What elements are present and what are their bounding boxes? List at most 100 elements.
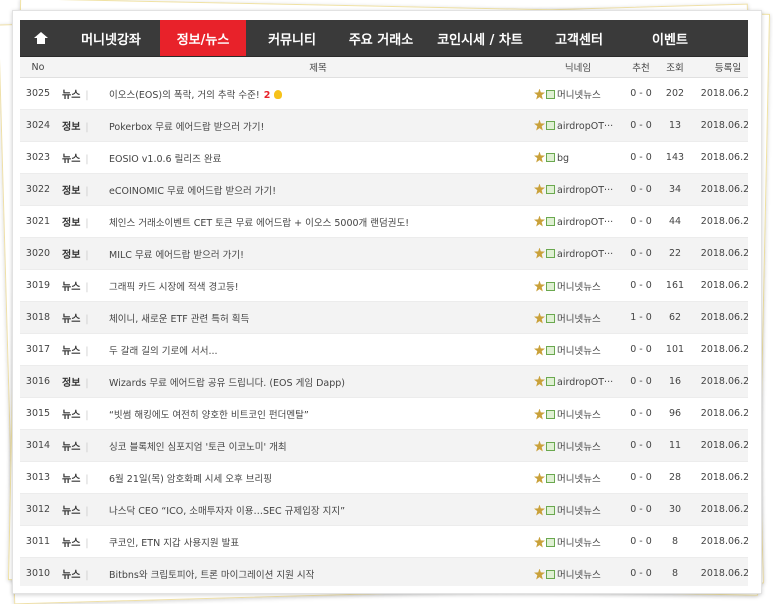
post-title-cell[interactable]: 이오스(EOS)의 폭락, 거의 추락 수준! 2	[107, 77, 528, 110]
author-name[interactable]: bg	[557, 153, 569, 164]
table-row[interactable]: 3019 뉴스 | 그래픽 카드 시장에 적색 경고등! 머니넷뉴스 0 - 0 161 20…	[20, 269, 748, 302]
post-title-link[interactable]: 나스닥 CEO “ICO, 소매투자자 이용…SEC 규제입장 지지”	[109, 506, 345, 517]
table-row[interactable]: 3022 정보 | eCOINOMIC 무료 에어드랍 받으러 가기! airdropO…	[20, 173, 748, 206]
post-title-link[interactable]: Pokerbox 무료 에어드랍 받으러 가기!	[109, 122, 264, 133]
post-title-cell[interactable]: Pokerbox 무료 에어드랍 받으러 가기!	[107, 109, 528, 142]
post-author[interactable]: 머니넷뉴스	[528, 429, 623, 462]
post-title-cell[interactable]: 두 갈래 길의 기로에 서서...	[107, 333, 528, 366]
author-name[interactable]: 머니넷뉴스	[557, 314, 601, 325]
table-row[interactable]: 3023 뉴스 | EOSIO v1.0.6 릴리즈 완료 bg 0 - 0 143 2018…	[20, 141, 748, 174]
table-row[interactable]: 3021 정보 | 체인스 거래소이벤트 CET 토큰 무료 에어드랍 + 이오스 5…	[20, 205, 748, 238]
author-name[interactable]: 머니넷뉴스	[557, 282, 601, 293]
post-title-cell[interactable]: eCOINOMIC 무료 에어드랍 받으러 가기!	[107, 173, 528, 206]
post-title-cell[interactable]: “빗썸 해킹에도 여전히 양호한 비트코인 펀더멘탈”	[107, 397, 528, 430]
post-title-link[interactable]: 이오스(EOS)의 폭락, 거의 추락 수준!	[109, 90, 260, 101]
post-author[interactable]: bg	[528, 141, 623, 174]
post-title-cell[interactable]: MILC 무료 에어드랍 받으러 가기!	[107, 237, 528, 270]
nav-item-2[interactable]: 커뮤니티	[246, 20, 338, 56]
nav-item-5[interactable]: 고객센터	[536, 20, 622, 56]
post-title-cell[interactable]: 체이니, 새로운 ETF 관련 특허 획득	[107, 301, 528, 334]
post-category: 뉴스 |	[56, 461, 107, 494]
post-date: 2018.06.22	[691, 301, 748, 334]
post-date: 2018.06.22	[691, 237, 748, 270]
nav-item-0[interactable]: 머니넷강좌	[62, 20, 160, 56]
post-title-link[interactable]: 체이니, 새로운 ETF 관련 특허 획득	[109, 314, 249, 325]
post-number: 3010	[20, 557, 56, 586]
author-name[interactable]: 머니넷뉴스	[557, 474, 601, 485]
post-table-header: No 제목 닉네임 추천 조회 등록일	[20, 57, 748, 78]
author-name[interactable]: 머니넷뉴스	[557, 506, 601, 517]
post-author[interactable]: 머니넷뉴스	[528, 461, 623, 494]
user-badge-icon	[546, 152, 555, 162]
post-title-cell[interactable]: EOSIO v1.0.6 릴리즈 완료	[107, 141, 528, 174]
post-title-cell[interactable]: 싱코 블록체인 심포지엄 '토큰 이코노미' 개최	[107, 429, 528, 462]
post-author[interactable]: 머니넷뉴스	[528, 77, 623, 110]
post-author[interactable]: airdropOT···	[528, 365, 623, 398]
author-name[interactable]: airdropOT···	[557, 185, 613, 196]
post-title-link[interactable]: MILC 무료 에어드랍 받으러 가기!	[109, 250, 244, 261]
author-name[interactable]: 머니넷뉴스	[557, 570, 601, 581]
post-title-cell[interactable]: 쿠코인, ETN 지갑 사용지원 발표	[107, 525, 528, 558]
post-author[interactable]: airdropOT···	[528, 109, 623, 142]
author-name[interactable]: airdropOT···	[557, 249, 613, 260]
author-name[interactable]: airdropOT···	[557, 217, 613, 228]
post-title-link[interactable]: EOSIO v1.0.6 릴리즈 완료	[109, 154, 221, 165]
category-label: 정보	[62, 378, 81, 389]
nav-item-1[interactable]: 정보/뉴스	[160, 20, 246, 56]
post-author[interactable]: airdropOT···	[528, 173, 623, 206]
table-row[interactable]: 3014 뉴스 | 싱코 블록체인 심포지엄 '토큰 이코노미' 개최 머니넷뉴스 0 -…	[20, 429, 748, 462]
post-author[interactable]: 머니넷뉴스	[528, 333, 623, 366]
post-title-link[interactable]: 싱코 블록체인 심포지엄 '토큰 이코노미' 개최	[109, 442, 287, 453]
table-row[interactable]: 3025 뉴스 | 이오스(EOS)의 폭락, 거의 추락 수준! 2 머니넷뉴스 0 - …	[20, 77, 748, 110]
table-row[interactable]: 3017 뉴스 | 두 갈래 길의 기로에 서서... 머니넷뉴스 0 - 0 101 201…	[20, 333, 748, 366]
post-author[interactable]: airdropOT···	[528, 205, 623, 238]
nav-item-6[interactable]: 이벤트	[622, 20, 718, 56]
table-row[interactable]: 3013 뉴스 | 6월 21일(목) 암호화폐 시세 오후 브리핑 머니넷뉴스 0 - …	[20, 461, 748, 494]
author-name[interactable]: airdropOT···	[557, 121, 613, 132]
post-author[interactable]: 머니넷뉴스	[528, 269, 623, 302]
post-author[interactable]: 머니넷뉴스	[528, 397, 623, 430]
post-title-cell[interactable]: Wizards 무료 에어드랍 공유 드립니다. (EOS 게임 Dapp)	[107, 365, 528, 398]
post-title-link[interactable]: 6월 21일(목) 암호화폐 시세 오후 브리핑	[109, 474, 272, 485]
post-title-link[interactable]: 그래픽 카드 시장에 적색 경고등!	[109, 282, 239, 293]
author-name[interactable]: 머니넷뉴스	[557, 90, 601, 101]
table-row[interactable]: 3018 뉴스 | 체이니, 새로운 ETF 관련 특허 획득 머니넷뉴스 1 - 0 62…	[20, 301, 748, 334]
table-row[interactable]: 3015 뉴스 | “빗썸 해킹에도 여전히 양호한 비트코인 펀더멘탈” 머니넷뉴스 0…	[20, 397, 748, 430]
post-title-cell[interactable]: 나스닥 CEO “ICO, 소매투자자 이용…SEC 규제입장 지지”	[107, 493, 528, 526]
table-row[interactable]: 3010 뉴스 | Bitbns와 크립토피아, 트론 마이그레이션 지원 시작 머니넷…	[20, 557, 748, 586]
author-name[interactable]: airdropOT···	[557, 377, 613, 388]
post-title-link[interactable]: 두 갈래 길의 기로에 서서...	[109, 346, 218, 357]
post-title-link[interactable]: Wizards 무료 에어드랍 공유 드립니다. (EOS 게임 Dapp)	[109, 378, 345, 389]
nav-item-4[interactable]: 코인시세 / 차트	[424, 20, 536, 56]
author-name[interactable]: 머니넷뉴스	[557, 538, 601, 549]
post-date: 2018.06.22	[691, 333, 748, 366]
author-name[interactable]: 머니넷뉴스	[557, 346, 601, 357]
post-title-link[interactable]: 체인스 거래소이벤트 CET 토큰 무료 에어드랍 + 이오스 5000개 랜덤…	[109, 218, 409, 229]
post-title-cell[interactable]: 그래픽 카드 시장에 적색 경고등!	[107, 269, 528, 302]
table-row[interactable]: 3020 정보 | MILC 무료 에어드랍 받으러 가기! airdropOT··· 0…	[20, 237, 748, 270]
table-row[interactable]: 3016 정보 | Wizards 무료 에어드랍 공유 드립니다. (EOS 게임 …	[20, 365, 748, 398]
post-title-cell[interactable]: Bitbns와 크립토피아, 트론 마이그레이션 지원 시작	[107, 557, 528, 586]
post-title-cell[interactable]: 6월 21일(목) 암호화폐 시세 오후 브리핑	[107, 461, 528, 494]
post-author[interactable]: 머니넷뉴스	[528, 557, 623, 586]
table-row[interactable]: 3012 뉴스 | 나스닥 CEO “ICO, 소매투자자 이용…SEC 규제입장 지…	[20, 493, 748, 526]
post-title-link[interactable]: “빗썸 해킹에도 여전히 양호한 비트코인 펀더멘탈”	[109, 410, 309, 421]
post-category: 뉴스 |	[56, 77, 107, 110]
table-row[interactable]: 3011 뉴스 | 쿠코인, ETN 지갑 사용지원 발표 머니넷뉴스 0 - 0 8 201…	[20, 525, 748, 558]
post-recommend: 0 - 0	[623, 429, 659, 462]
post-author[interactable]: 머니넷뉴스	[528, 301, 623, 334]
post-author[interactable]: airdropOT···	[528, 237, 623, 270]
author-name[interactable]: 머니넷뉴스	[557, 410, 601, 421]
post-title-cell[interactable]: 체인스 거래소이벤트 CET 토큰 무료 에어드랍 + 이오스 5000개 랜덤…	[107, 205, 528, 238]
post-category: 뉴스 |	[56, 141, 107, 174]
author-name[interactable]: 머니넷뉴스	[557, 442, 601, 453]
post-author[interactable]: 머니넷뉴스	[528, 525, 623, 558]
post-title-link[interactable]: Bitbns와 크립토피아, 트론 마이그레이션 지원 시작	[109, 570, 314, 581]
nav-home[interactable]	[20, 20, 62, 56]
nav-item-3[interactable]: 주요 거래소	[338, 20, 424, 56]
post-title-link[interactable]: 쿠코인, ETN 지갑 사용지원 발표	[109, 538, 239, 549]
table-row[interactable]: 3024 정보 | Pokerbox 무료 에어드랍 받으러 가기! airdropOT…	[20, 109, 748, 142]
post-date: 2018.06.21	[691, 493, 748, 526]
post-author[interactable]: 머니넷뉴스	[528, 493, 623, 526]
post-title-link[interactable]: eCOINOMIC 무료 에어드랍 받으러 가기!	[109, 186, 276, 197]
